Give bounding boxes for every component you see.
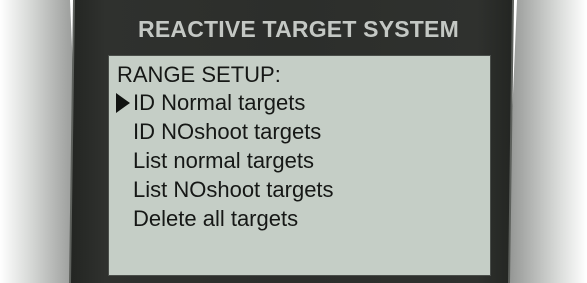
menu-item-label: ID Normal targets <box>133 90 306 115</box>
menu-item-label: List NOshoot targets <box>133 177 334 202</box>
menu-item-id-normal-targets[interactable]: ID Normal targets <box>109 88 334 117</box>
menu-item-list-noshoot-targets[interactable]: List NOshoot targets <box>109 175 334 204</box>
menu-item-delete-all-targets[interactable]: Delete all targets <box>109 204 334 233</box>
range-setup-menu: ID Normal targets ID NOshoot targets Lis… <box>109 88 334 233</box>
menu-item-label: List normal targets <box>133 148 314 173</box>
menu-item-label: Delete all targets <box>133 206 299 231</box>
menu-item-id-noshoot-targets[interactable]: ID NOshoot targets <box>109 117 334 146</box>
menu-item-list-normal-targets[interactable]: List normal targets <box>109 146 334 175</box>
lcd-screen: RANGE SETUP: ID Normal targets ID NOshoo… <box>108 55 491 276</box>
device-title: REACTIVE TARGET SYSTEM <box>138 15 459 42</box>
screen-heading: RANGE SETUP: <box>117 62 281 87</box>
menu-item-label: ID NOshoot targets <box>133 119 322 144</box>
triangle-right-icon <box>116 93 130 113</box>
device-panel: REACTIVE TARGET SYSTEM RANGE SETUP: ID N… <box>0 0 587 283</box>
